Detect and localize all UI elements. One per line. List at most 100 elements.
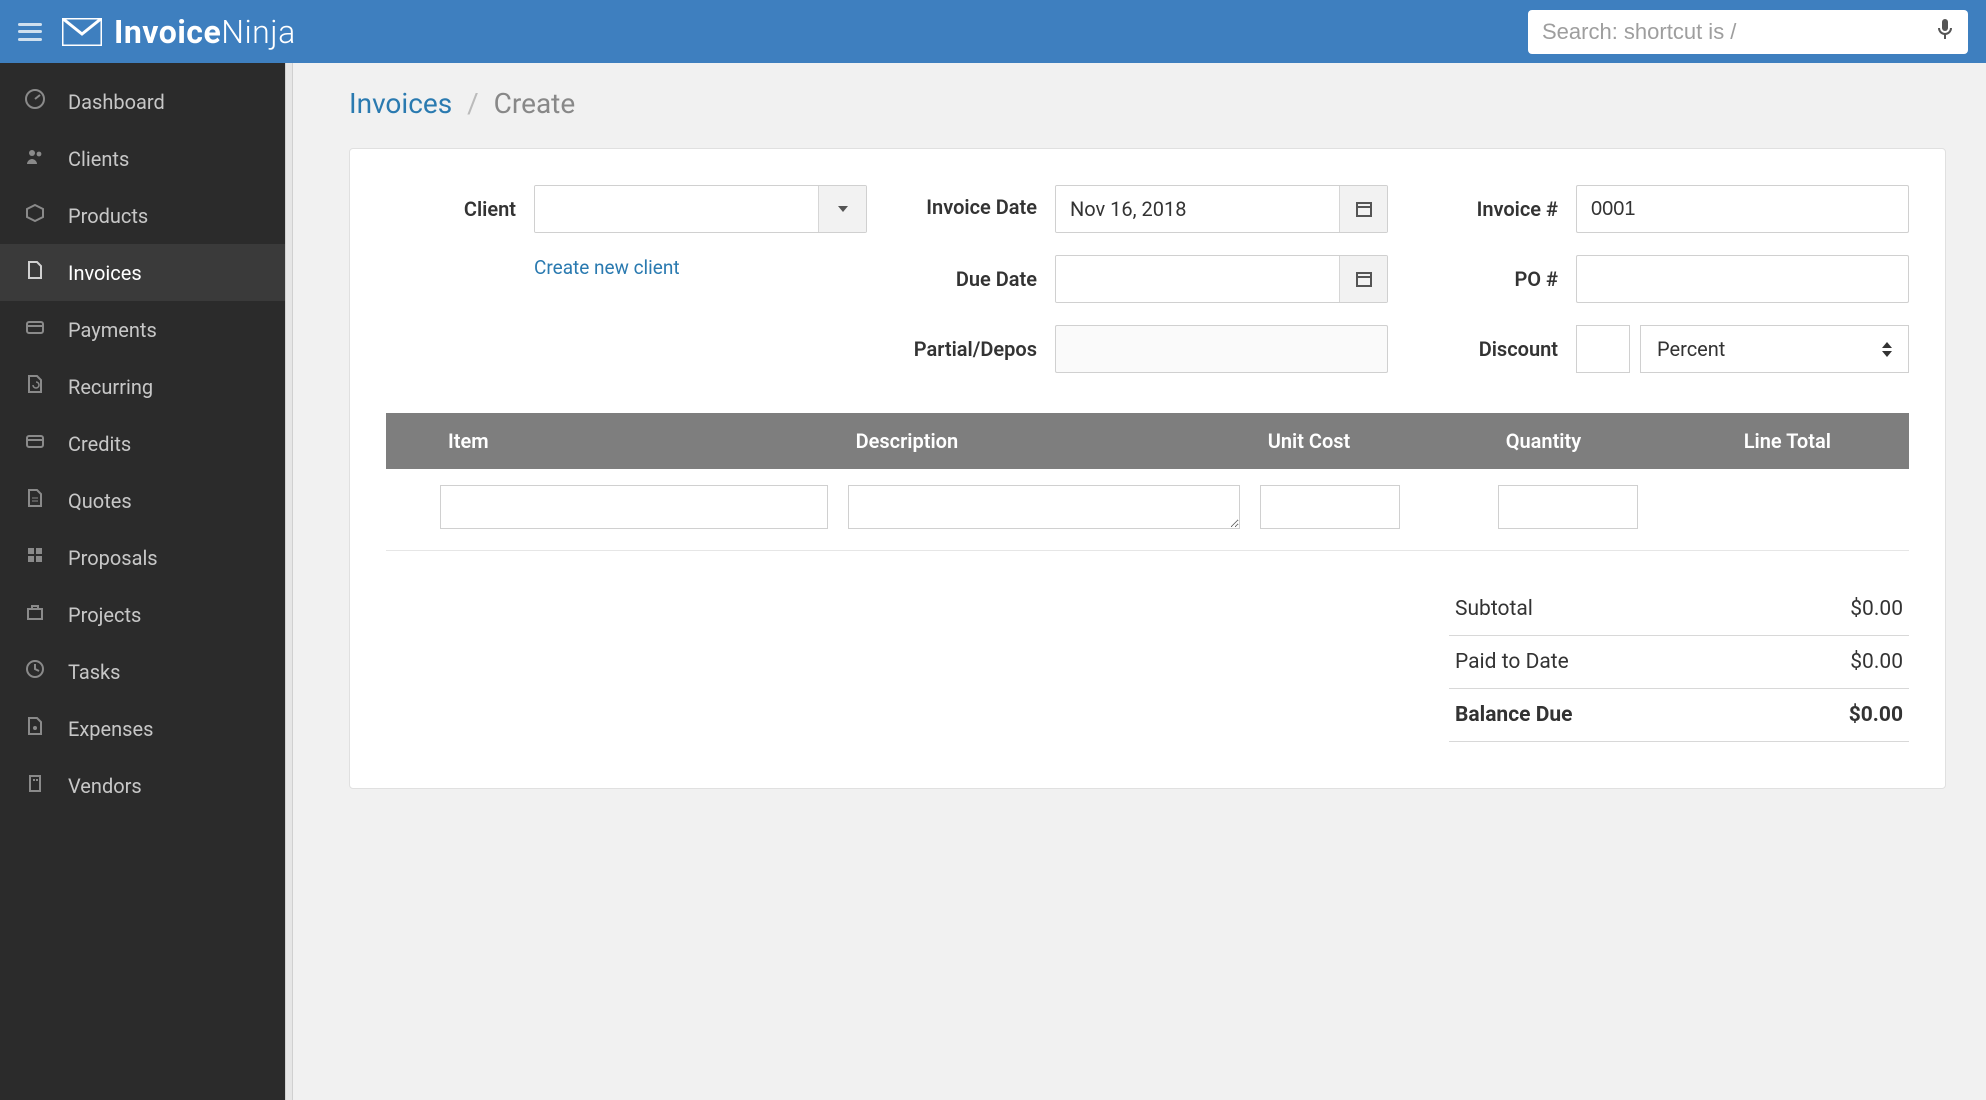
select-arrows-icon xyxy=(1882,342,1892,357)
balance-label: Balance Due xyxy=(1455,703,1572,727)
sidebar-item-invoices[interactable]: Invoices xyxy=(0,244,285,301)
sidebar-item-label: Credits xyxy=(68,432,131,456)
file-text-icon xyxy=(24,488,46,513)
invoice-date-label: Invoice Date xyxy=(907,185,1037,220)
microphone-icon[interactable] xyxy=(1936,18,1954,45)
col-item: Item xyxy=(430,413,838,469)
due-date-label: Due Date xyxy=(907,267,1037,291)
menu-toggle-icon[interactable] xyxy=(18,23,42,41)
breadcrumb: Invoices / Create xyxy=(349,87,1946,120)
sidebar-item-payments[interactable]: Payments xyxy=(0,301,285,358)
sidebar-item-recurring[interactable]: Recurring xyxy=(0,358,285,415)
invoice-number-input[interactable] xyxy=(1577,186,1908,232)
description-input[interactable] xyxy=(848,485,1240,529)
sidebar-item-label: Payments xyxy=(68,318,157,342)
paid-value: $0.00 xyxy=(1850,650,1903,674)
grid-icon xyxy=(24,545,46,570)
sidebar-item-tasks[interactable]: Tasks xyxy=(0,643,285,700)
sidebar-item-label: Invoices xyxy=(68,261,142,285)
briefcase-icon xyxy=(24,602,46,627)
breadcrumb-root[interactable]: Invoices xyxy=(349,87,452,120)
search-box[interactable] xyxy=(1528,10,1968,54)
file-icon xyxy=(24,260,46,285)
po-number-input[interactable] xyxy=(1577,256,1908,302)
po-number-input-wrap xyxy=(1576,255,1909,303)
sidebar-item-vendors[interactable]: Vendors xyxy=(0,757,285,814)
sidebar-item-label: Dashboard xyxy=(68,90,165,114)
paid-to-date-row: Paid to Date $0.00 xyxy=(1449,636,1909,689)
brand-logo[interactable]: InvoiceNinja xyxy=(62,13,296,51)
po-number-label: PO # xyxy=(1428,267,1558,291)
sidebar-item-dashboard[interactable]: Dashboard xyxy=(0,73,285,130)
col-handle xyxy=(386,413,430,469)
discount-amount-input[interactable] xyxy=(1576,325,1630,373)
sidebar-item-label: Clients xyxy=(68,147,129,171)
discount-label: Discount xyxy=(1428,337,1558,361)
unit-cost-input[interactable] xyxy=(1260,485,1400,529)
sidebar-item-label: Tasks xyxy=(68,660,121,684)
sidebar-item-label: Vendors xyxy=(68,774,142,798)
client-dropdown[interactable] xyxy=(534,185,867,233)
search-input[interactable] xyxy=(1542,19,1936,45)
partial-input-wrap xyxy=(1055,325,1388,373)
col-quantity: Quantity xyxy=(1488,413,1726,469)
discount-type-value: Percent xyxy=(1657,337,1725,361)
col-line-total: Line Total xyxy=(1726,413,1909,469)
sidebar-item-products[interactable]: Products xyxy=(0,187,285,244)
paid-label: Paid to Date xyxy=(1455,650,1569,674)
balance-due-row: Balance Due $0.00 xyxy=(1449,689,1909,742)
top-header: InvoiceNinja xyxy=(0,0,1986,63)
client-label: Client xyxy=(386,197,516,221)
receipt-icon xyxy=(24,716,46,741)
invoice-date-input[interactable]: Nov 16, 2018 xyxy=(1055,185,1388,233)
create-client-link[interactable]: Create new client xyxy=(534,256,680,279)
invoice-date-value: Nov 16, 2018 xyxy=(1056,186,1339,232)
col-description: Description xyxy=(838,413,1250,469)
sidebar-item-label: Recurring xyxy=(68,375,153,399)
balance-value: $0.00 xyxy=(1849,703,1903,727)
breadcrumb-current: Create xyxy=(494,87,576,120)
users-icon xyxy=(24,146,46,171)
col-unit-cost: Unit Cost xyxy=(1250,413,1488,469)
sidebar-item-quotes[interactable]: Quotes xyxy=(0,472,285,529)
due-date-value xyxy=(1056,256,1339,302)
sidebar-item-label: Products xyxy=(68,204,148,228)
card-icon xyxy=(24,317,46,342)
invoice-number-label: Invoice # xyxy=(1428,197,1558,221)
chevron-down-icon[interactable] xyxy=(818,186,866,232)
recurring-icon xyxy=(24,374,46,399)
brand-strong: Invoice xyxy=(114,13,221,51)
sidebar-item-label: Expenses xyxy=(68,717,153,741)
quantity-input[interactable] xyxy=(1498,485,1638,529)
partial-label: Partial/Depos xyxy=(907,337,1037,361)
sidebar-item-label: Projects xyxy=(68,603,141,627)
main-content: Invoices / Create Client Create new c xyxy=(293,63,1986,1100)
subtotal-value: $0.00 xyxy=(1850,597,1903,621)
calendar-icon[interactable] xyxy=(1339,186,1387,232)
item-input[interactable] xyxy=(440,485,828,529)
box-icon xyxy=(24,203,46,228)
due-date-input[interactable] xyxy=(1055,255,1388,303)
calendar-icon[interactable] xyxy=(1339,256,1387,302)
partial-input[interactable] xyxy=(1056,326,1387,372)
sidebar-item-projects[interactable]: Projects xyxy=(0,586,285,643)
sidebar-item-clients[interactable]: Clients xyxy=(0,130,285,187)
invoice-number-input-wrap xyxy=(1576,185,1909,233)
brand-light: Ninja xyxy=(221,13,295,51)
clock-icon xyxy=(24,659,46,684)
sidebar: Dashboard Clients Products Invoices Paym… xyxy=(0,63,285,1100)
sidebar-item-label: Quotes xyxy=(68,489,132,513)
breadcrumb-separator: / xyxy=(467,87,479,120)
sidebar-item-proposals[interactable]: Proposals xyxy=(0,529,285,586)
pane-splitter[interactable] xyxy=(285,63,293,1100)
discount-type-select[interactable]: Percent xyxy=(1640,325,1909,373)
card-icon xyxy=(24,431,46,456)
table-row xyxy=(386,469,1909,551)
totals-block: Subtotal $0.00 Paid to Date $0.00 Balanc… xyxy=(1449,583,1909,742)
envelope-icon xyxy=(62,18,102,46)
subtotal-label: Subtotal xyxy=(1455,597,1533,621)
sidebar-item-credits[interactable]: Credits xyxy=(0,415,285,472)
sidebar-item-expenses[interactable]: Expenses xyxy=(0,700,285,757)
client-dropdown-value xyxy=(535,186,818,232)
invoice-panel: Client Create new client Invoice Date xyxy=(349,148,1946,789)
